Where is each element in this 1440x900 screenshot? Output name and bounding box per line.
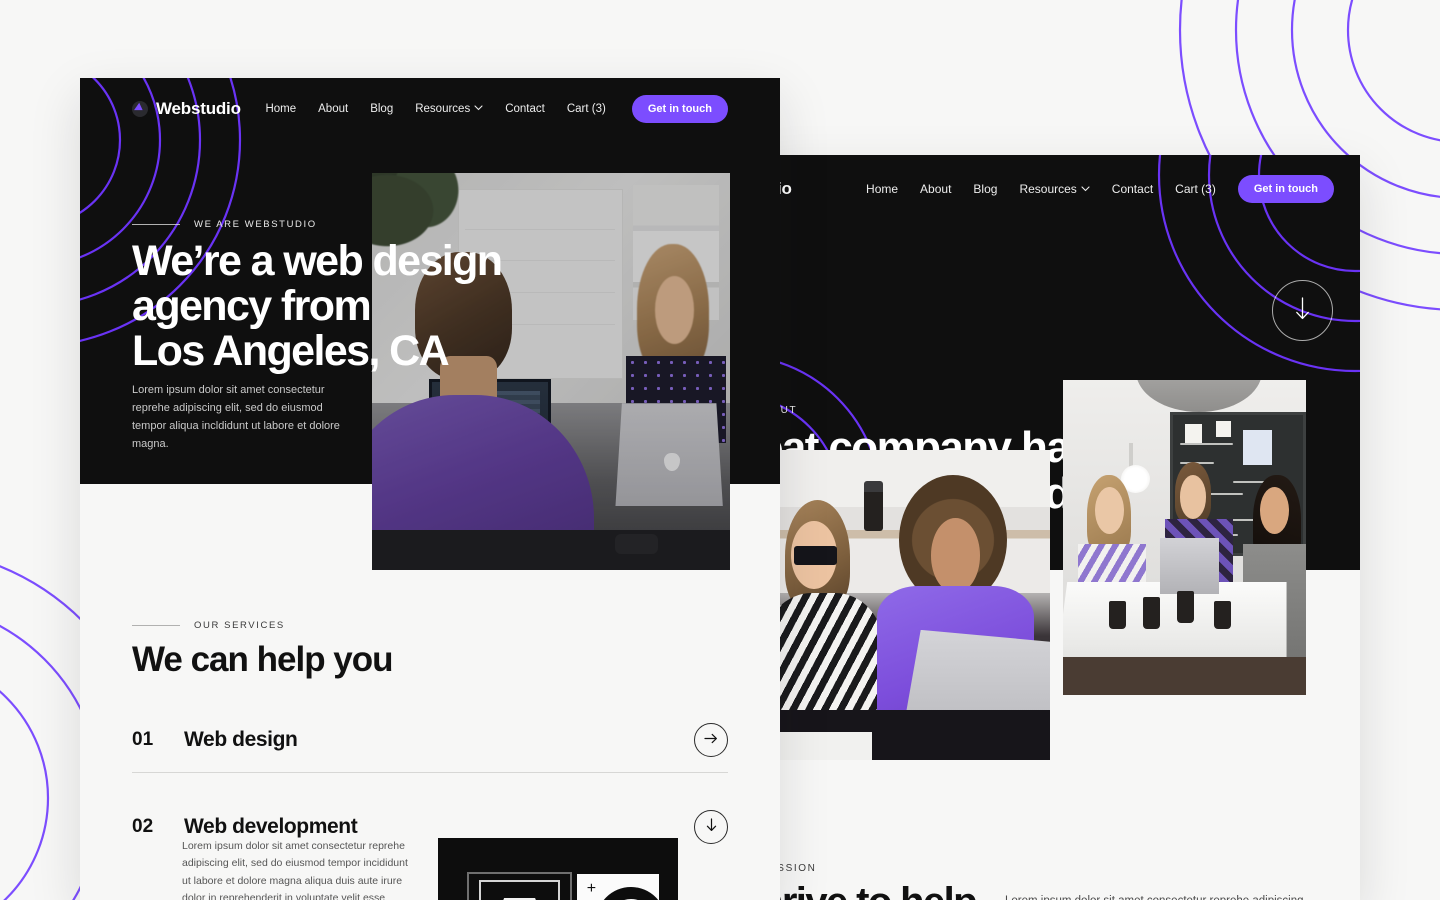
about-nav-item-contact[interactable]: Contact	[1112, 182, 1153, 196]
home-hero-paragraph: Lorem ipsum dolor sit amet consectetur r…	[132, 384, 340, 451]
about-scroll-down-button[interactable]	[1272, 280, 1333, 341]
home-nav-item-home[interactable]: Home	[265, 103, 296, 115]
home-services-heading: We can help you	[132, 640, 394, 679]
service-02-number: 02	[132, 816, 154, 837]
about-mission-paragraph: Lorem ipsum dolor sit amet consectetur r…	[1005, 892, 1315, 900]
cursor-circle-icon	[132, 101, 148, 117]
chevron-down-icon	[1081, 181, 1090, 195]
mock-page-home: Webstudio Home About Blog Resources Cont…	[80, 78, 780, 900]
home-nav-links: Home About Blog Resources Contact Cart (…	[265, 95, 728, 123]
home-get-in-touch-button[interactable]: Get in touch	[631, 95, 728, 123]
home-hero-eyebrow-text: WE ARE WEBSTUDIO	[194, 219, 317, 230]
service-divider-1	[132, 772, 728, 773]
screenshot-canvas: io Home About Blog Resources Contact Car…	[0, 0, 1440, 900]
home-services-eyebrow: OUR SERVICES	[132, 620, 285, 631]
home-hero-eyebrow: WE ARE WEBSTUDIO	[132, 219, 317, 230]
service-02-action-button[interactable]	[694, 810, 728, 844]
about-nav-resources-label: Resources	[1019, 182, 1077, 196]
home-nav-resources-label: Resources	[415, 103, 471, 115]
service-02-title: Web development	[184, 815, 358, 838]
home-hero-heading: We’re a web design agency from Los Angel…	[132, 237, 503, 376]
home-hero-heading-line-3: Los Angeles, CA	[132, 327, 450, 376]
about-mission-heading: hrive to help	[759, 881, 978, 900]
mock-page-about: io Home About Blog Resources Contact Car…	[755, 155, 1360, 900]
plus-icon: +	[586, 879, 597, 897]
about-nav-item-about[interactable]: About	[920, 182, 951, 196]
about-photo-women-laptop	[780, 450, 1050, 760]
service-01-number: 01	[132, 729, 154, 750]
about-nav-item-blog[interactable]: Blog	[973, 182, 997, 196]
home-brand-name: Webstudio	[156, 99, 241, 118]
about-nav-item-cart[interactable]: Cart (3)	[1175, 182, 1216, 196]
home-nav-item-blog[interactable]: Blog	[370, 103, 393, 115]
service-02-body: Lorem ipsum dolor sit amet consectetur r…	[182, 840, 408, 900]
about-navbar: io Home About Blog Resources Contact Car…	[755, 155, 1360, 223]
service-row-01[interactable]: 01 Web design	[132, 710, 728, 770]
about-nav-item-resources[interactable]: Resources	[1019, 181, 1090, 196]
about-nav-item-home[interactable]: Home	[866, 182, 898, 196]
home-nav-item-about[interactable]: About	[318, 103, 348, 115]
arrow-down-icon	[1295, 296, 1310, 325]
home-services-eyebrow-rule	[132, 625, 180, 626]
home-nav-item-contact[interactable]: Contact	[505, 103, 545, 115]
home-hero-heading-line-1: We’re a web design	[132, 237, 503, 285]
about-photo-team-meeting	[1063, 380, 1306, 695]
home-brand[interactable]: Webstudio	[132, 99, 241, 119]
home-hero-eyebrow-rule	[132, 224, 180, 225]
home-nav-item-cart[interactable]: Cart (3)	[567, 103, 606, 115]
home-services-eyebrow-text: OUR SERVICES	[194, 620, 285, 631]
service-02-poster-graphic: +	[438, 838, 678, 900]
arrow-down-icon	[706, 817, 717, 837]
home-navbar: Webstudio Home About Blog Resources Cont…	[80, 78, 780, 140]
home-hero-heading-line-2: agency from	[132, 282, 372, 331]
service-01-title: Web design	[184, 728, 298, 751]
about-nav-links: Home About Blog Resources Contact Cart (…	[866, 175, 1334, 203]
home-nav-item-resources[interactable]: Resources	[415, 103, 483, 115]
arrow-right-icon	[704, 731, 718, 749]
service-01-action-button[interactable]	[694, 723, 728, 757]
about-get-in-touch-button[interactable]: Get in touch	[1237, 175, 1334, 203]
chevron-down-icon	[474, 102, 483, 114]
